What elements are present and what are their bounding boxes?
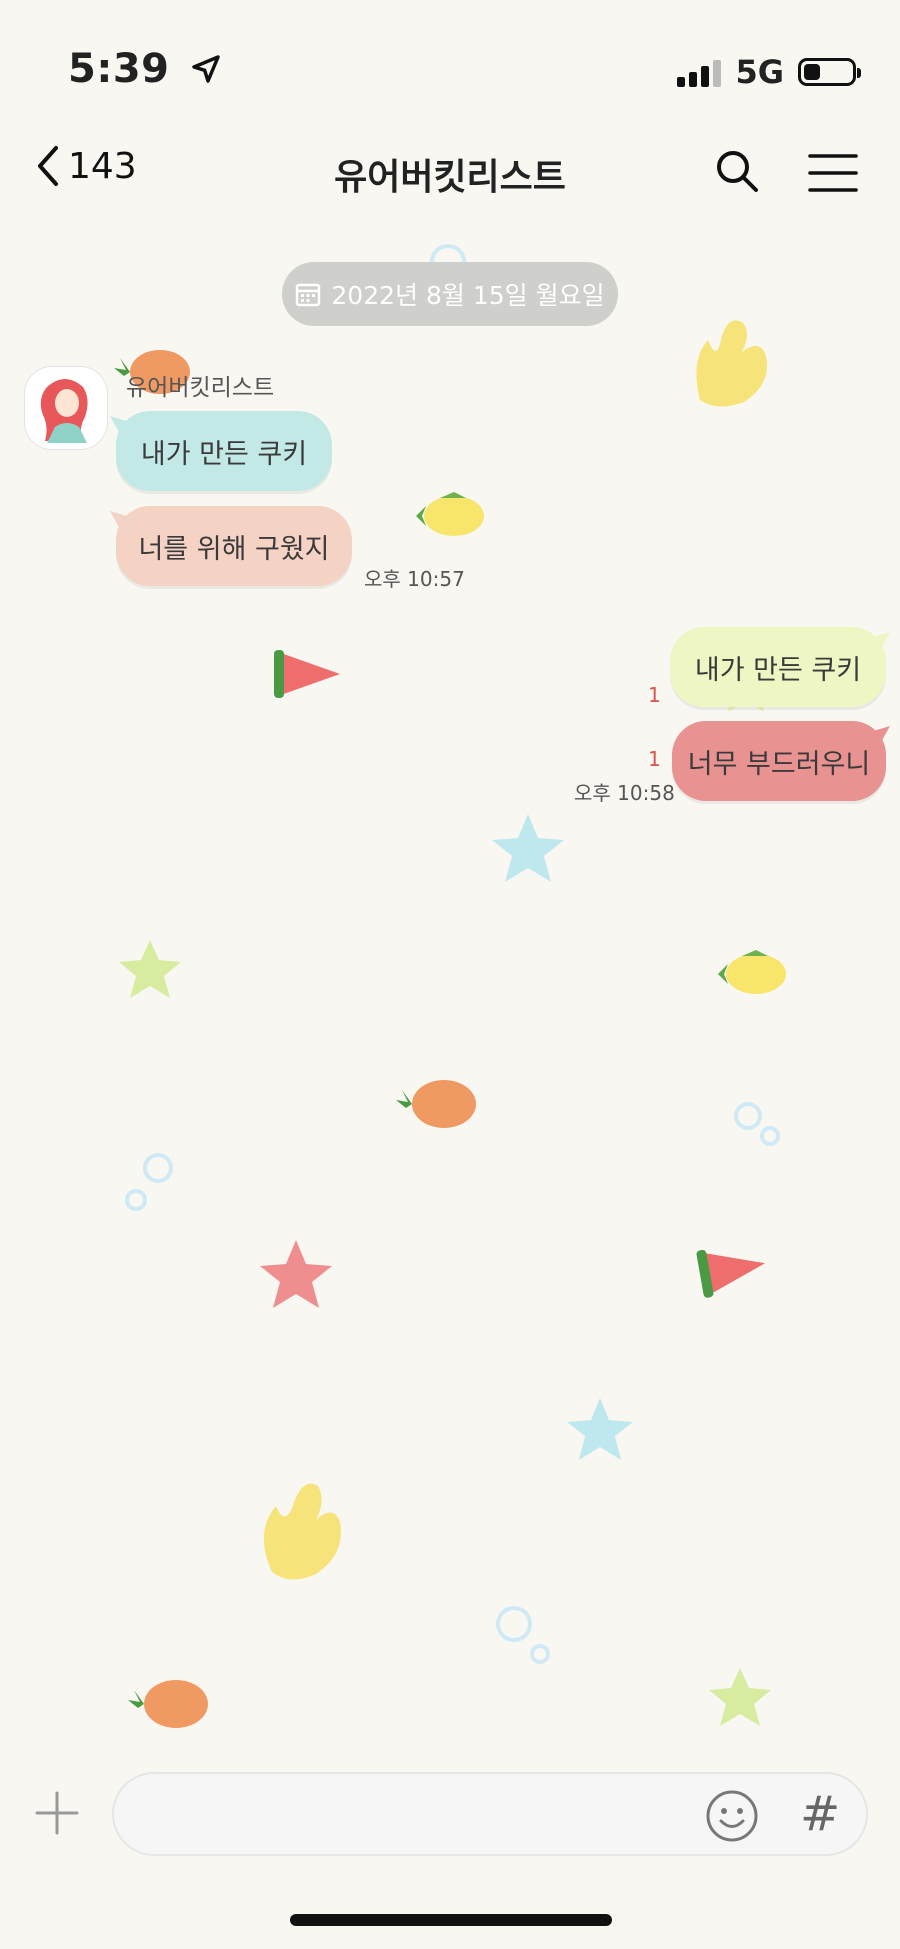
received-message[interactable]: 너를 위해 구웠지	[116, 506, 352, 586]
plus-icon[interactable]	[34, 1790, 80, 1836]
star-sticker	[567, 1398, 633, 1460]
star-sticker	[119, 940, 181, 998]
bubble-decoration	[143, 1153, 173, 1183]
sent-message[interactable]: 내가 만든 쿠키	[670, 627, 886, 707]
received-timestamp: 오후 10:57	[364, 567, 465, 591]
mermaid-avatar-image	[25, 367, 107, 449]
star-sticker	[709, 1668, 771, 1726]
star-sticker	[492, 814, 564, 882]
network-type: 5G	[735, 53, 784, 91]
message-text: 내가 만든 쿠키	[140, 438, 308, 470]
unread-count: 1	[648, 747, 661, 771]
status-time: 5:39	[68, 46, 222, 92]
message-text: 내가 만든 쿠키	[694, 654, 862, 686]
seaweed-sticker	[696, 320, 768, 407]
date-label: 2022년 8월 15일 월요일	[331, 281, 605, 310]
bubble-decoration	[760, 1126, 780, 1146]
emoji-icon[interactable]	[704, 1788, 760, 1844]
calendar-icon	[296, 283, 321, 307]
signal-icon	[677, 57, 722, 87]
avatar[interactable]	[24, 366, 108, 450]
menu-icon[interactable]	[806, 150, 860, 196]
bubble-decoration	[530, 1644, 550, 1664]
bubble-decoration	[125, 1189, 147, 1211]
chat-title: 유어버킷리스트	[334, 157, 566, 198]
bubble-tail	[110, 416, 130, 434]
star-sticker	[260, 1240, 332, 1308]
home-indicator[interactable]	[290, 1914, 612, 1926]
sent-message[interactable]: 너무 부드러우니	[672, 721, 886, 801]
bubble-tail	[870, 726, 890, 744]
sent-timestamp: 오후 10:58	[574, 781, 675, 805]
watermelon-sticker	[274, 650, 340, 698]
battery-icon	[798, 58, 861, 86]
fish-sticker	[718, 950, 786, 994]
watermelon-sticker	[696, 1249, 766, 1298]
status-indicators: 5G	[677, 50, 861, 94]
message-input[interactable]	[144, 1792, 708, 1838]
hashtag-button[interactable]: #	[800, 1786, 840, 1842]
carrot-sticker	[396, 1080, 476, 1128]
status-time-text: 5:39	[68, 46, 170, 92]
unread-count: 1	[648, 683, 661, 707]
search-icon[interactable]	[712, 146, 762, 196]
message-text: 너무 부드러우니	[687, 748, 871, 780]
seaweed-sticker	[263, 1483, 341, 1580]
fish-sticker	[416, 492, 484, 536]
date-divider: 2022년 8월 15일 월요일	[282, 262, 618, 326]
carrot-sticker	[128, 1680, 208, 1728]
bubble-decoration	[734, 1102, 762, 1130]
location-arrow-icon	[192, 55, 220, 83]
received-message[interactable]: 내가 만든 쿠키	[116, 411, 332, 491]
bubble-tail	[110, 511, 130, 529]
bubble-decoration	[496, 1606, 532, 1642]
sender-name: 유어버킷리스트	[126, 375, 275, 401]
bubble-tail	[870, 632, 890, 650]
message-text: 너를 위해 구웠지	[138, 533, 330, 565]
